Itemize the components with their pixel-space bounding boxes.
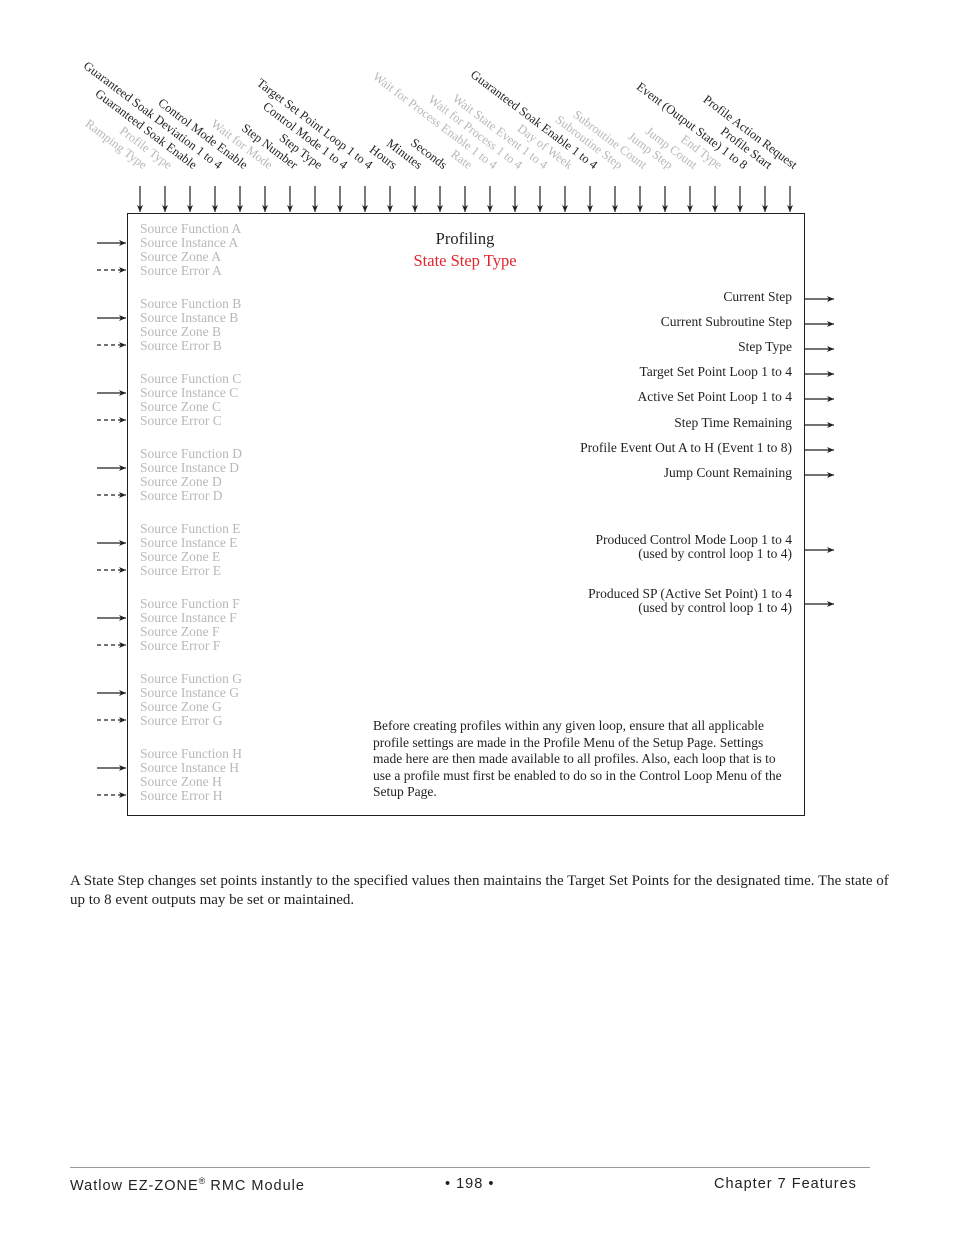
footer-product-suffix: RMC Module — [205, 1177, 305, 1194]
footer-product-name: Watlow EZ-ZONE — [70, 1177, 199, 1194]
footer-product: Watlow EZ-ZONE® RMC Module — [70, 1176, 305, 1194]
profiling-diagram: Ramping Type Profile Type Guaranteed Soak … — [0, 0, 954, 830]
page-number: • 198 • — [445, 1176, 495, 1192]
footer-chapter: Chapter 7 Features — [714, 1176, 857, 1192]
footer-divider — [70, 1167, 870, 1168]
connector-arrows — [97, 186, 834, 798]
description-paragraph: A State Step changes set points instantl… — [70, 873, 889, 908]
